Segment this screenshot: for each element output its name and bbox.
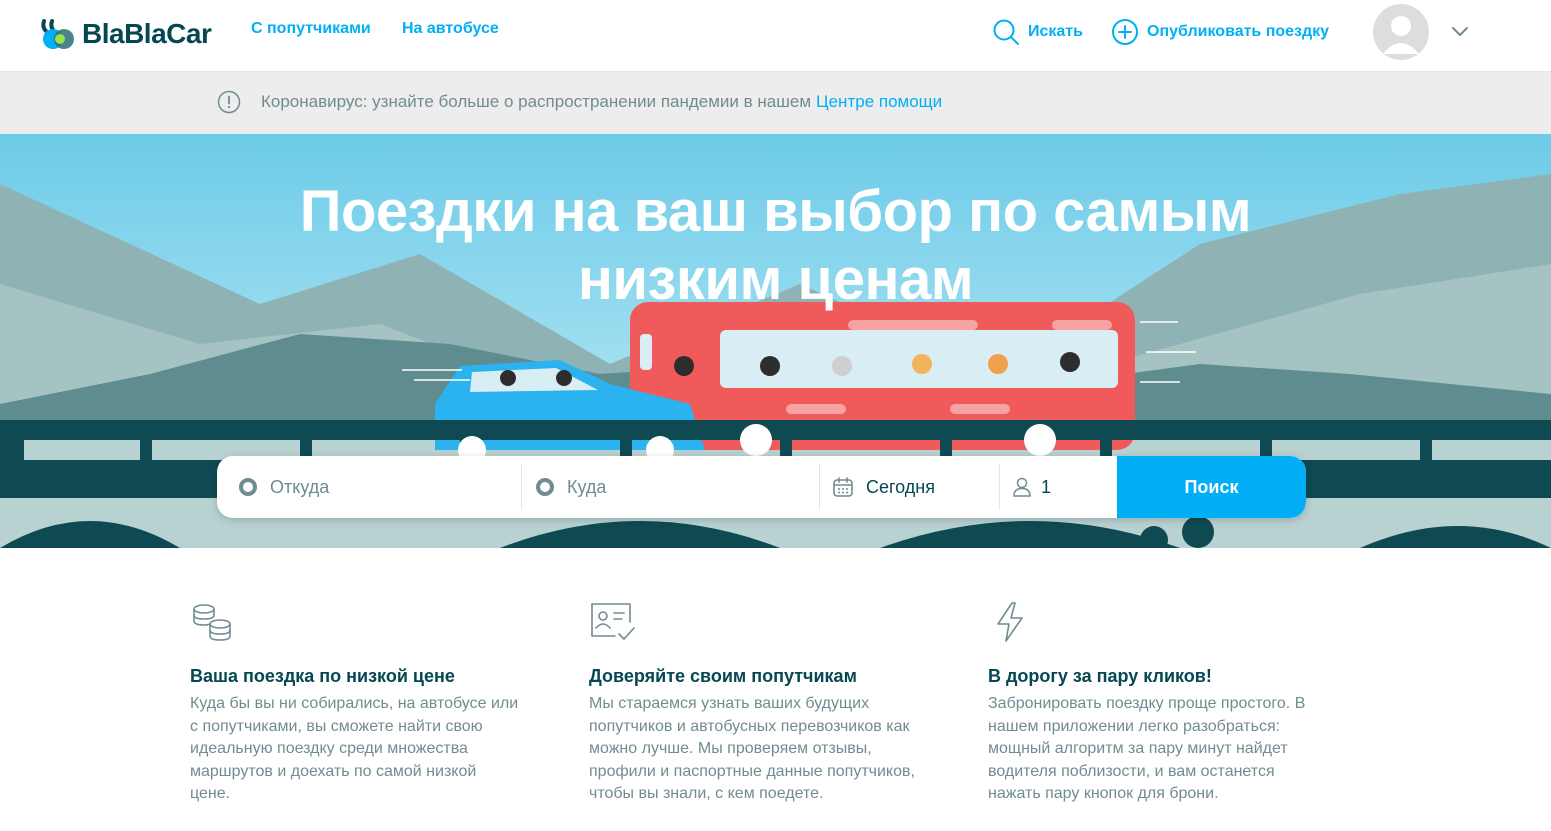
destination-circle-icon [536,478,554,496]
notice-content: Коронавирус: узнайте больше о распростра… [217,90,942,114]
hero-title-line-1: Поездки на ваш выбор по самым [299,179,1252,244]
divider [521,464,522,510]
lightning-icon [997,602,1023,642]
feature-text: Куда бы вы ни собирались, на автобусе ил… [190,695,519,802]
search-action[interactable]: Искать [992,16,1083,48]
covid-notice-bar: Коронавирус: узнайте больше о распростра… [0,72,1551,134]
info-icon [217,90,241,114]
origin-circle-icon [239,478,257,496]
passenger-count: 1 [1041,476,1052,497]
plus-circle-icon [1112,19,1138,45]
coins-icon [193,604,231,641]
user-avatar[interactable] [1373,4,1429,60]
passenger-count-selector[interactable]: 1 [1011,456,1111,518]
divider [819,464,820,510]
hero-title-line-2: низким ценам [577,247,974,312]
from-placeholder: Откуда [270,476,330,497]
hero-title: Поездки на ваш выбор по самым низким цен… [0,178,1551,314]
feature-text: Забронировать поездку проще простого. В … [988,695,1306,802]
chevron-down-icon[interactable] [1449,20,1471,42]
search-icon [993,19,1019,45]
top-header: BlaBlaCar С попутчиками На автобусе Иска… [0,0,1551,72]
feature-low-price: Ваша поездка по низкой цене Куда бы вы н… [190,600,530,806]
search-action-label: Искать [1028,23,1083,40]
from-input[interactable]: Откуда [239,456,519,518]
publish-ride-label: Опубликовать поездку [1147,23,1330,40]
blablacar-logo[interactable]: BlaBlaCar [40,12,212,56]
feature-trust: Доверяйте своим попутчикам Мы стараемся … [589,600,929,806]
feature-title: В дорогу за пару кликов! [988,666,1212,686]
id-card-check-icon [591,603,635,640]
nav-carpool-link[interactable]: С попутчиками [251,20,371,38]
search-button[interactable]: Поиск [1117,456,1306,518]
feature-easy-booking: В дорогу за пару кликов! Забронировать п… [988,600,1328,806]
divider [999,464,1000,510]
nav-bus-link[interactable]: На автобусе [402,20,499,38]
help-center-link[interactable]: Центре помощи [816,92,942,112]
notice-text: Коронавирус: узнайте больше о распростра… [261,92,812,111]
to-input[interactable]: Куда [536,456,816,518]
to-placeholder: Куда [567,476,607,497]
person-icon [1013,477,1031,497]
calendar-icon [833,477,853,497]
feature-title: Ваша поездка по низкой цене [190,666,455,686]
date-picker[interactable]: Сегодня [832,456,1002,518]
feature-title: Доверяйте своим попутчикам [589,666,857,686]
publish-ride-action[interactable]: Опубликовать поездку [1111,16,1329,48]
date-value: Сегодня [866,476,935,497]
logo-text: BlaBlaCar [82,18,212,49]
logo-mark-icon [41,19,74,49]
feature-text: Мы стараемся узнать ваших будущих попутч… [589,695,915,802]
ride-search-bar: Откуда Куда Сегодня 1 Поиск [217,456,1306,518]
avatar-icon [1383,16,1419,54]
